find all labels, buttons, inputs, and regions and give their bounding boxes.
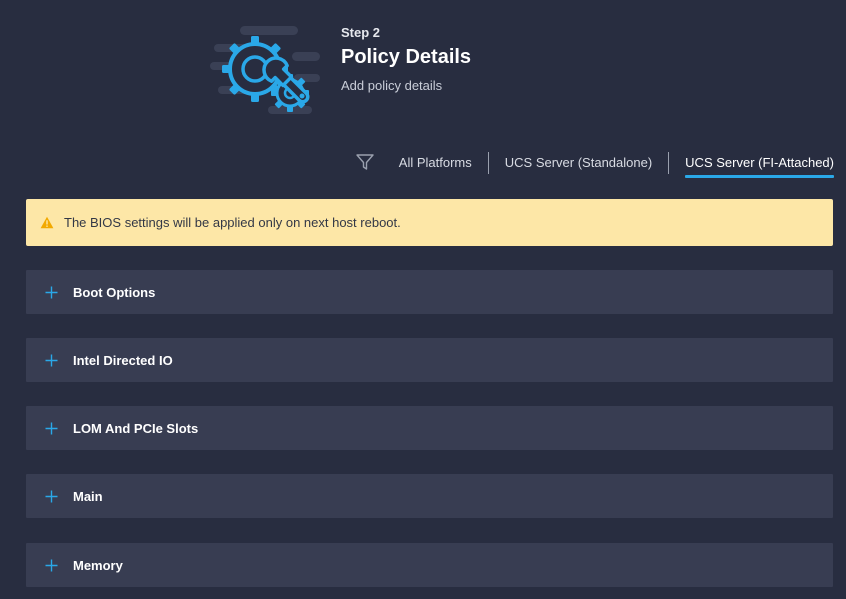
section-memory[interactable]: Memory bbox=[26, 543, 833, 587]
tab-all-platforms[interactable]: All Platforms bbox=[399, 150, 472, 177]
plus-icon[interactable] bbox=[45, 354, 58, 367]
gear-wrench-icon bbox=[210, 26, 320, 114]
section-label: Memory bbox=[73, 557, 123, 573]
tab-separator bbox=[668, 152, 670, 174]
plus-icon[interactable] bbox=[45, 286, 58, 299]
section-label: Intel Directed IO bbox=[73, 352, 173, 368]
section-label: Boot Options bbox=[73, 284, 156, 300]
section-lom-and-pcie-slots[interactable]: LOM And PCIe Slots bbox=[26, 406, 833, 450]
page-header: Step 2 Policy Details Add policy details bbox=[341, 25, 471, 94]
page-subtitle: Add policy details bbox=[341, 78, 443, 93]
section-main[interactable]: Main bbox=[26, 474, 833, 518]
step-label: Step 2 bbox=[341, 25, 381, 40]
section-intel-directed-io[interactable]: Intel Directed IO bbox=[26, 338, 833, 382]
section-label: LOM And PCIe Slots bbox=[73, 420, 199, 436]
section-boot-options[interactable]: Boot Options bbox=[26, 270, 833, 314]
warning-icon bbox=[40, 216, 54, 229]
policy-illustration bbox=[206, 22, 324, 118]
tab-ucs-server-standalone[interactable]: UCS Server (Standalone) bbox=[505, 150, 652, 177]
plus-icon[interactable] bbox=[45, 422, 58, 435]
warning-banner: The BIOS settings will be applied only o… bbox=[26, 199, 833, 246]
platform-filter-bar: All Platforms UCS Server (Standalone) UC… bbox=[355, 150, 834, 180]
section-label: Main bbox=[73, 488, 103, 504]
warning-text: The BIOS settings will be applied only o… bbox=[64, 215, 401, 230]
filter-icon[interactable] bbox=[355, 152, 375, 172]
tab-ucs-server-fi-attached[interactable]: UCS Server (FI-Attached) bbox=[685, 150, 834, 178]
plus-icon[interactable] bbox=[45, 559, 58, 572]
page-title: Policy Details bbox=[341, 46, 472, 68]
tab-separator bbox=[487, 152, 489, 174]
plus-icon[interactable] bbox=[45, 490, 58, 503]
